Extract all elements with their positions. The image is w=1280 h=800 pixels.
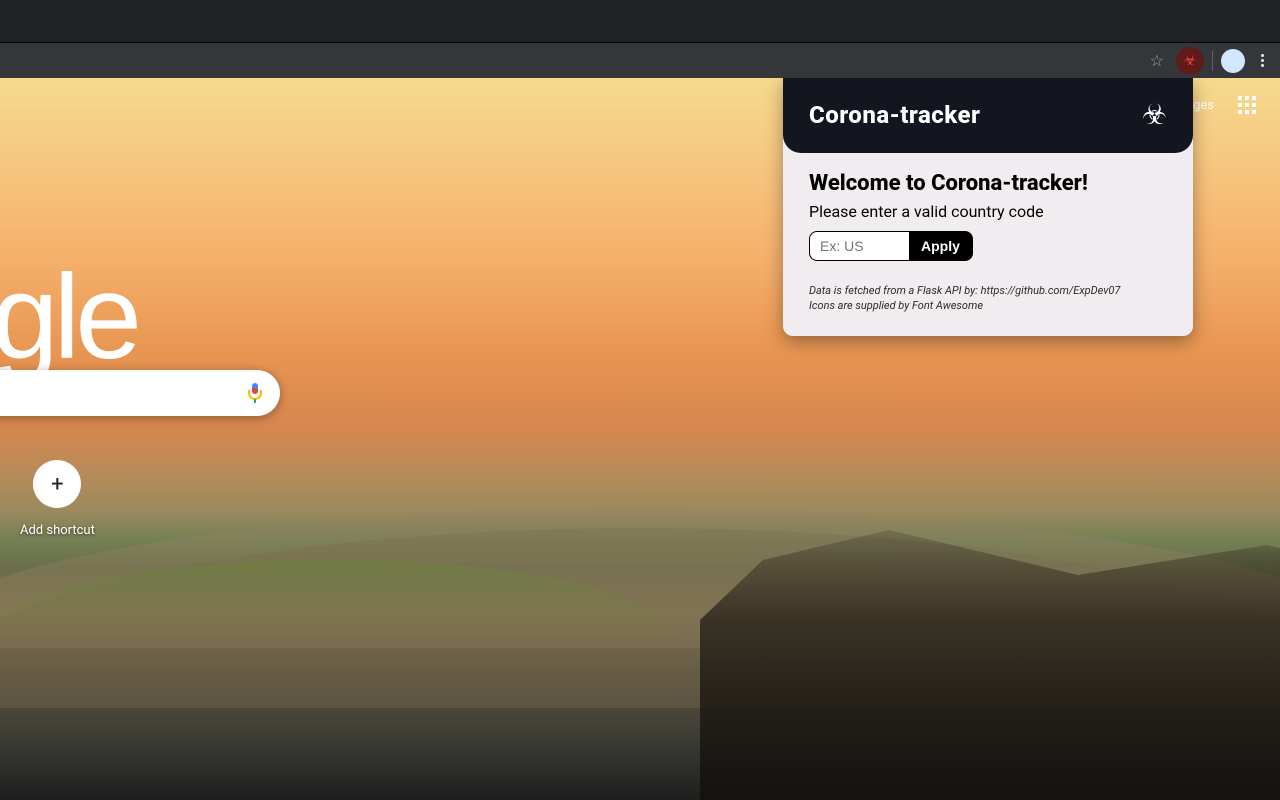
browser-menu-button[interactable] [1253, 50, 1272, 71]
bookmark-star-icon[interactable]: ☆ [1146, 47, 1168, 74]
microphone-icon[interactable] [248, 383, 262, 403]
add-shortcut-button[interactable]: + Add shortcut [20, 460, 95, 538]
tab-strip [0, 0, 1280, 42]
biohazard-icon: ☣ [1142, 98, 1167, 131]
credits-line: Data is fetched from a Flask API by: htt… [809, 283, 1167, 298]
toolbar-divider [1212, 51, 1213, 71]
popup-credits: Data is fetched from a Flask API by: htt… [809, 283, 1167, 314]
popup-body: Welcome to Corona-tracker! Please enter … [783, 153, 1193, 336]
browser-toolbar: ☆ ☣ [0, 42, 1280, 78]
country-code-form: Apply [809, 231, 1167, 261]
apply-button[interactable]: Apply [909, 231, 973, 261]
profile-avatar[interactable] [1221, 49, 1245, 73]
popup-welcome: Welcome to Corona-tracker! [809, 171, 1167, 196]
extension-popup: Corona-tracker ☣ Welcome to Corona-track… [783, 78, 1193, 336]
new-tab-page: ges Google + Add shortcut Corona-tracker… [0, 78, 1280, 800]
country-code-input[interactable] [809, 231, 909, 261]
search-bar[interactable] [0, 370, 280, 416]
credits-line: Icons are supplied by Font Awesome [809, 298, 1167, 313]
plus-icon: + [33, 460, 81, 508]
popup-title: Corona-tracker [809, 101, 981, 129]
images-link[interactable]: ges [1193, 98, 1214, 113]
extension-icon[interactable]: ☣ [1176, 47, 1204, 75]
ntp-header-links: ges [1193, 90, 1262, 120]
add-shortcut-label: Add shortcut [20, 523, 95, 538]
popup-header: Corona-tracker ☣ [783, 78, 1193, 153]
google-logo: Google [0, 248, 137, 386]
popup-subtitle: Please enter a valid country code [809, 202, 1167, 221]
apps-grid-icon[interactable] [1232, 90, 1262, 120]
